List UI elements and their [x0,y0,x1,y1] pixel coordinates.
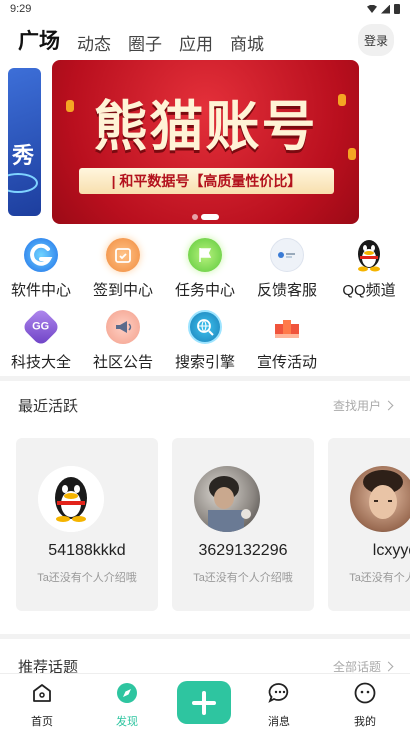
battery-icon [394,4,400,14]
user-name: 3629132296 [198,542,288,559]
grid-item-checkin-center[interactable]: 签到中心 [82,238,164,300]
grid-item-label: 反馈客服 [256,282,317,299]
banner-slide[interactable]: 熊猫账号 | 和平数据号【高质量性价比】 [52,60,359,224]
find-users-label: 查找用户 [332,398,381,413]
tab-profile[interactable]: 我的 [335,682,395,729]
tab-messages-label: 消息 [268,716,290,728]
pagination-dot-active[interactable] [201,214,219,220]
bottom-tab-bar: 首页 发现 消息 我的 [0,673,410,729]
banner-prev-text: 秀 [12,143,35,168]
grid-item-label: 科技大全 [10,354,71,371]
tech-badge-glyph: GG [32,321,50,333]
grid-item-label: 社区公告 [92,354,153,371]
grid-item-qq-channel[interactable]: QQ频道 [328,238,410,300]
grid-item-label: 签到中心 [92,282,153,299]
wifi-icon [367,5,377,13]
recent-users-list[interactable]: 54188kkkd Ta还没有个人介绍哦 3629132296 Ta还没有个人介… [16,438,410,612]
grid-item-community-notice[interactable]: 社区公告 [82,310,164,372]
banner-carousel[interactable]: 秀 熊猫账号 | 和平数据号【高质量性价比】 [0,60,410,226]
tab-profile-label: 我的 [354,716,376,728]
tab-apps[interactable]: 应用 [179,30,213,55]
tab-discover[interactable]: 发现 [97,682,157,729]
app-store-icon [24,238,58,272]
message-icon [268,683,289,703]
user-bio: Ta还没有个人介绍哦 [349,572,410,584]
signal-icon [381,4,390,14]
pagination-dot[interactable] [192,214,198,220]
banner-prev-slide[interactable]: 秀 [8,68,41,216]
profile-icon [354,682,376,704]
user-name: 54188kkkd [48,542,126,559]
calendar-check-icon [106,238,140,272]
section-divider [0,376,410,381]
tech-badge-icon: GG [21,307,61,347]
tab-messages[interactable]: 消息 [249,682,309,729]
grid-item-software-center[interactable]: 软件中心 [0,238,82,300]
qq-penguin-icon [352,238,386,272]
compass-icon [117,683,137,703]
banner-pagination [52,214,359,220]
user-card[interactable]: lcxyyds Ta还没有个人介绍哦 [328,438,410,611]
user-bio: Ta还没有个人介绍哦 [193,572,293,584]
grid-item-label: 任务中心 [174,282,235,299]
user-bio: Ta还没有个人介绍哦 [37,572,137,584]
grid-item-tech-collection[interactable]: GG 科技大全 [0,307,82,372]
grid-item-search-engine[interactable]: 搜索引擎 [164,310,246,372]
recent-section-title: 最近活跃 [18,397,79,415]
banner-title: 熊猫账号 [93,94,318,158]
tab-home[interactable]: 首页 [12,682,72,729]
promo-icon [270,310,304,344]
post-add-button[interactable] [177,681,231,724]
status-bar: 9:29 [0,0,410,18]
grid-item-label: 软件中心 [10,282,71,299]
tab-circles[interactable]: 圈子 [128,30,162,55]
user-card[interactable]: 3629132296 Ta还没有个人介绍哦 [172,438,314,611]
tab-discover-label: 发现 [116,716,138,728]
banner-subtitle: | 和平数据号【高质量性价比】 [79,168,334,194]
user-name: lcxyyds [372,542,410,559]
plus-icon [192,690,216,715]
find-users-link[interactable]: 查找用户 [332,397,394,414]
grid-item-label: 搜索引擎 [174,354,235,371]
grid-item-task-center[interactable]: 任务中心 [164,238,246,300]
globe-search-icon [188,310,222,344]
grid-item-feedback[interactable]: 反馈客服 [246,238,328,300]
status-time: 9:29 [10,3,32,15]
user-card[interactable]: 54188kkkd Ta还没有个人介绍哦 [16,438,158,611]
all-topics-link[interactable]: 全部话题 [332,658,394,675]
tab-plaza[interactable]: 广场 [18,25,60,55]
grid-item-promotion[interactable]: 宣传活动 [246,310,328,372]
all-topics-label: 全部话题 [332,659,381,674]
status-icons [367,4,400,14]
section-divider [0,634,410,639]
photo-avatar [350,466,410,532]
recent-section-header: 最近活跃 查找用户 [18,393,394,417]
tab-feed[interactable]: 动态 [77,30,111,55]
tab-mall[interactable]: 商城 [230,30,264,55]
qq-penguin-avatar [38,466,104,532]
banner-prev-glow [8,173,38,193]
chevron-right-icon [383,400,394,410]
grid-item-label: 宣传活动 [256,354,317,371]
megaphone-icon [106,310,140,344]
photo-avatar [194,466,260,532]
tab-home-label: 首页 [31,716,53,728]
login-button[interactable]: 登录 [358,24,394,56]
top-nav: 广场 动态 圈子 应用 商城 登录 [0,22,410,58]
chevron-right-icon [383,661,394,671]
grid-item-label: QQ频道 [342,282,396,299]
home-icon [33,684,51,702]
flag-icon [188,238,222,272]
feedback-icon [270,238,304,272]
